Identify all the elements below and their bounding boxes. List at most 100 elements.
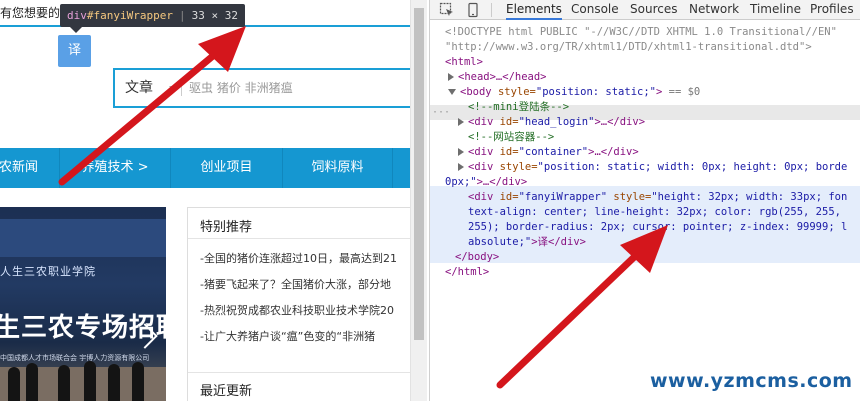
dom-node-head[interactable]: <head>…</head> [448, 70, 547, 85]
node-attr-name: style= [497, 86, 536, 98]
dom-comment[interactable]: <!--网站容器--> [468, 130, 554, 145]
tooltip-pointer [70, 27, 82, 33]
node-tag-close: >…</div> [588, 146, 639, 158]
news-item[interactable]: -全国的猪价连涨超过10日，最高达到21 [200, 250, 397, 266]
banner-school-name: 人生三农职业学院 [0, 265, 96, 278]
dom-node-head-login[interactable]: <div id="head_login">…</div> [458, 115, 645, 130]
devtools-panel: Elements Console Sources Network Timelin… [429, 0, 860, 401]
node-text: <head>…</head> [458, 71, 547, 83]
site-watermark: www.yzmcms.com [650, 370, 853, 392]
dom-node-static-div[interactable]: <div style="position: static; width: 0px… [458, 160, 847, 175]
node-attr-name: style= [607, 191, 652, 203]
nav-item-feed[interactable]: 饲料原料 [283, 148, 393, 188]
expand-triangle-icon[interactable] [458, 148, 464, 156]
search-divider [181, 80, 182, 96]
node-attr-name: id= [499, 191, 519, 203]
page-scrollbar[interactable] [410, 0, 427, 401]
expand-triangle-icon[interactable] [448, 73, 454, 81]
node-tag-close: >…</div> [476, 176, 528, 188]
dom-attr-continuation: 255); border-radius: 2px; cursor: pointe… [468, 221, 848, 233]
news-item[interactable]: -让广大养猪户谈“瘟”色变的“非洲猪 [200, 328, 375, 344]
chevron-down-icon [169, 86, 177, 91]
node-tag-close: >译</div> [531, 236, 586, 248]
node-attr-value: "height: 32px; width: 33px; fon [651, 191, 848, 203]
node-attr-value: 0px;" [445, 176, 477, 188]
tab-timeline[interactable]: Timeline [750, 0, 801, 20]
panel-divider [188, 372, 410, 373]
panel-title: 特别推荐 [200, 220, 253, 235]
top-notice: 有您想要的信 [0, 6, 60, 20]
banner-caption: 中国成都人才市场联合会 宇博人力资源有限公司 [0, 354, 150, 362]
dom-node-html-end[interactable]: </html> [445, 265, 489, 280]
tab-network[interactable]: Network [689, 0, 739, 20]
dom-attr-continuation: text-align: center; line-height: 32px; c… [468, 206, 841, 218]
page-preview: 有您想要的信 div#fanyiWrapper | 33 × 32 译 文章 驱虫 … [0, 0, 410, 401]
featured-panel: 特别推荐 -全国的猪价连涨超过10日，最高达到21 -猪要飞起来了？全国猪价大涨… [187, 207, 410, 401]
node-attr-value: "head_login" [518, 116, 595, 128]
inspect-tooltip: div#fanyiWrapper | 33 × 32 [60, 4, 245, 27]
collapse-triangle-icon[interactable] [448, 89, 456, 95]
expand-triangle-icon[interactable] [458, 163, 464, 171]
banner-image[interactable]: 人生三农职业学院 生三农专场招聘 中国成都人才市场联合会 宇博人力资源有限公司 [0, 207, 166, 401]
dom-node-fanyiwrapper[interactable]: <div id="fanyiWrapper" style="height: 32… [468, 190, 847, 205]
tooltip-tag: div [67, 9, 87, 22]
tooltip-id: #fanyiWrapper [86, 9, 173, 22]
node-tag-close: >…</div> [594, 116, 646, 128]
node-attr-name: id= [499, 146, 519, 158]
panel-title-recent: 最近更新 [200, 384, 253, 399]
node-tag-close: > [655, 86, 663, 98]
node-attr-name: id= [499, 116, 519, 128]
banner-person [132, 362, 144, 401]
nav-item-startup[interactable]: 创业项目 [171, 148, 283, 188]
main-nav: 农新闻 养殖技术 > 创业项目 饲料原料 [0, 148, 410, 188]
news-item[interactable]: -猪要飞起来了？全国猪价大涨，部分地 [200, 276, 391, 292]
panel-divider [188, 238, 410, 239]
banner-person [58, 365, 70, 401]
node-attr-value: "fanyiWrapper" [518, 191, 608, 203]
node-attr-name: style= [499, 161, 538, 173]
search-hot-words[interactable]: 驱虫 猪价 非洲猪瘟 [189, 70, 293, 106]
dom-node-body-end[interactable]: </body> [455, 250, 499, 265]
device-mode-icon[interactable] [465, 2, 481, 18]
toolbar-separator [491, 3, 492, 17]
node-attr-value: "container" [518, 146, 589, 158]
tab-profiles[interactable]: Profiles [810, 0, 854, 20]
dom-node-html[interactable]: <html> [445, 55, 483, 70]
nav-item-breeding[interactable]: 养殖技术 > [60, 148, 171, 188]
search-box[interactable]: 文章 驱虫 猪价 非洲猪瘟 [113, 68, 410, 108]
doctype-line: "http://www.w3.org/TR/xhtml1/DTD/xhtml1-… [445, 41, 812, 53]
banner-person [108, 364, 120, 401]
node-attr-value: "position: static; width: 0px; height: 0… [537, 161, 848, 173]
translate-button[interactable]: 译 [58, 35, 91, 67]
news-item[interactable]: -热烈祝贺成都农业科技职业技术学院20 [200, 302, 394, 318]
selected-node-marker: == $0 [668, 86, 701, 98]
nav-item-news[interactable]: 农新闻 [0, 148, 60, 188]
node-tag: <div [468, 161, 500, 173]
tab-elements[interactable]: Elements [506, 0, 562, 20]
banner-person [8, 367, 20, 401]
node-tag: <div [468, 116, 500, 128]
dom-node-body[interactable]: <body style="position: static;"> == $0 [448, 85, 700, 100]
tab-console[interactable]: Console [571, 0, 619, 20]
node-tag: <div [468, 191, 500, 203]
expand-triangle-icon[interactable] [458, 118, 464, 126]
node-tag: <body [460, 86, 498, 98]
doctype-line: <!DOCTYPE html PUBLIC "-//W3C//DTD XHTML… [445, 26, 837, 38]
node-tag: <div [468, 146, 500, 158]
tooltip-dimensions: 33 × 32 [191, 9, 238, 22]
dom-node-static-div-wrap[interactable]: 0px;">…</div> [445, 175, 527, 190]
tab-sources[interactable]: Sources [630, 0, 677, 20]
node-attr-value: absolute;" [468, 236, 532, 248]
dom-attr-continuation: absolute;">译</div> [468, 235, 586, 250]
banner-backdrop [0, 219, 166, 257]
dom-node-container[interactable]: <div id="container">…</div> [458, 145, 639, 160]
inspect-element-icon[interactable] [439, 2, 455, 18]
scrollbar-thumb[interactable] [414, 8, 424, 340]
tooltip-separator: | [178, 9, 186, 22]
node-attr-value: "position: static;" [535, 86, 656, 98]
banner-person [84, 361, 96, 401]
dom-comment[interactable]: <!--mini登陆条--> [468, 100, 569, 115]
more-icon: ··· [432, 107, 451, 118]
devtools-toolbar: Elements Console Sources Network Timelin… [430, 0, 860, 20]
search-category-select[interactable]: 文章 [125, 70, 153, 106]
